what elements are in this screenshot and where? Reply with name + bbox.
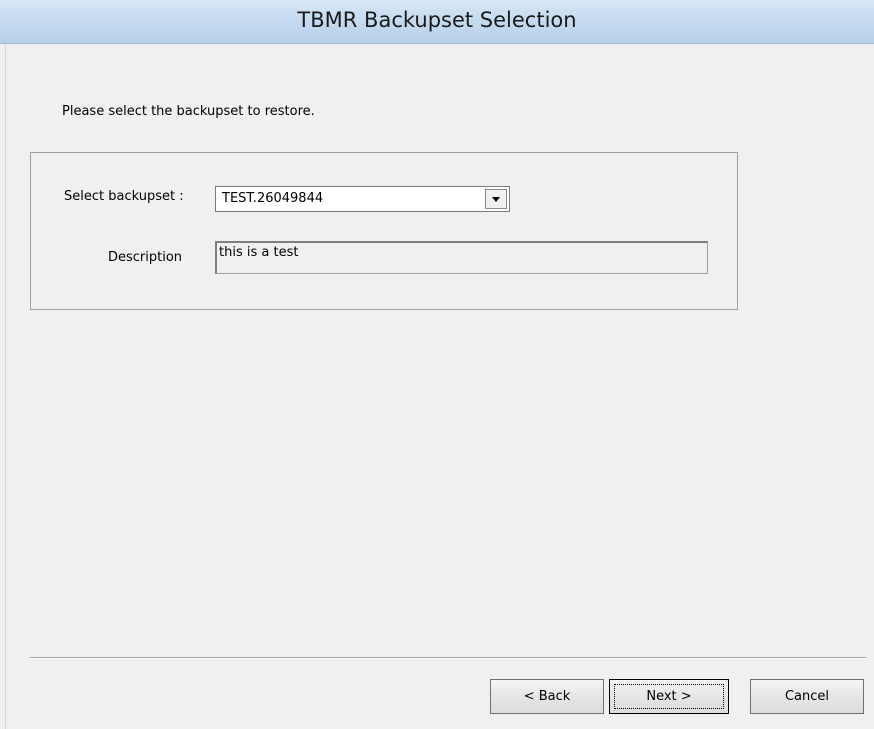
backupset-group-box: [30, 152, 738, 310]
backupset-selected-value: TEST.26049844: [222, 191, 324, 206]
select-backupset-label: Select backupset :: [64, 189, 184, 204]
button-separator: [30, 657, 866, 659]
description-field: this is a test: [215, 241, 708, 274]
next-button[interactable]: Next >: [609, 679, 729, 714]
window-left-edge: [0, 44, 6, 729]
dropdown-button[interactable]: [485, 189, 507, 209]
next-button-label: Next >: [614, 684, 724, 709]
description-label: Description: [108, 250, 183, 265]
chevron-down-icon: [492, 197, 500, 202]
title-bar: TBMR Backupset Selection: [0, 0, 874, 44]
window-title: TBMR Backupset Selection: [297, 8, 577, 32]
instruction-text: Please select the backupset to restore.: [62, 104, 315, 119]
cancel-button[interactable]: Cancel: [750, 679, 864, 714]
backupset-dropdown[interactable]: TEST.26049844: [215, 186, 510, 212]
wizard-window: TBMR Backupset Selection Please select t…: [0, 0, 874, 729]
description-value: this is a test: [219, 245, 299, 260]
back-button[interactable]: < Back: [490, 679, 604, 714]
